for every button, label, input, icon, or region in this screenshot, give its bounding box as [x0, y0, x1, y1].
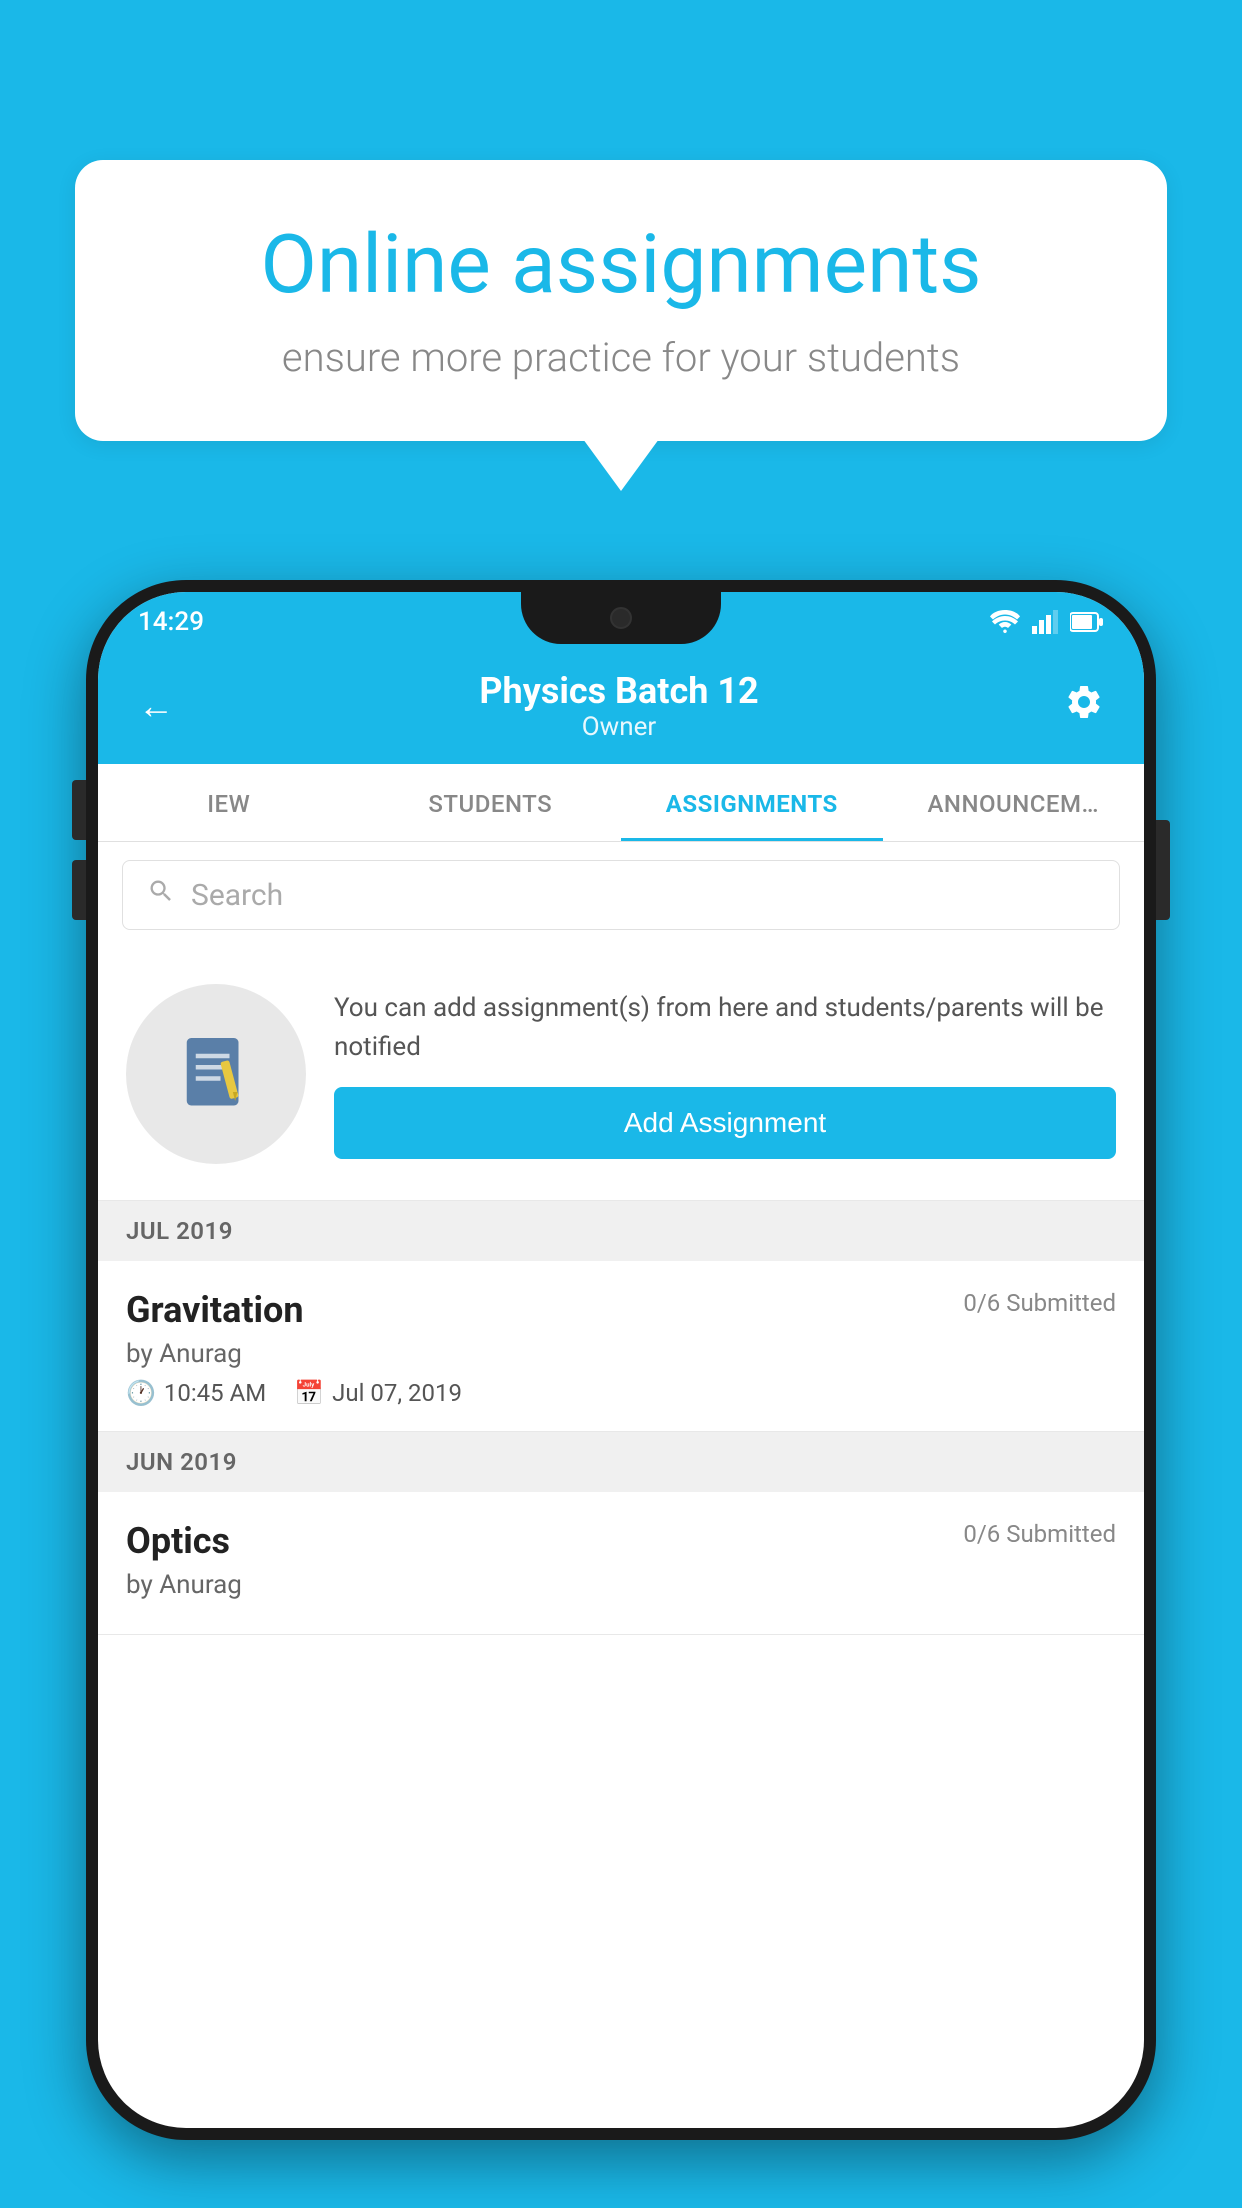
bubble-title: Online assignments [145, 220, 1097, 310]
volume-down-button [72, 860, 86, 920]
notebook-icon [171, 1029, 261, 1119]
app-header: ← Physics Batch 12 Owner [98, 652, 1144, 764]
tab-announcements[interactable]: ANNOUNCEM… [883, 764, 1145, 841]
optics-by: by Anurag [126, 1570, 1116, 1600]
assignment-meta: 🕐 10:45 AM 📅 Jul 07, 2019 [126, 1379, 1116, 1407]
volume-up-button [72, 780, 86, 840]
assignment-top: Gravitation 0/6 Submitted [126, 1289, 1116, 1331]
tab-assignments[interactable]: ASSIGNMENTS [621, 764, 883, 841]
promo-block: You can add assignment(s) from here and … [98, 948, 1144, 1201]
optics-name: Optics [126, 1520, 230, 1562]
status-icons [990, 610, 1104, 634]
phone-screen: 14:29 [98, 592, 1144, 2128]
section-jul-2019: JUL 2019 [98, 1201, 1144, 1261]
phone-outer: 14:29 [86, 580, 1156, 2140]
speech-bubble: Online assignments ensure more practice … [75, 160, 1167, 441]
phone-mockup: 14:29 [86, 580, 1156, 2140]
assignment-optics-top: Optics 0/6 Submitted [126, 1520, 1116, 1562]
header-subtitle: Owner [479, 712, 758, 742]
camera-icon [610, 607, 632, 629]
promo-description: You can add assignment(s) from here and … [334, 989, 1116, 1067]
assignment-by: by Anurag [126, 1339, 1116, 1369]
speech-bubble-tail [583, 439, 659, 491]
assignment-gravitation[interactable]: Gravitation 0/6 Submitted by Anurag 🕐 10… [98, 1261, 1144, 1432]
calendar-icon: 📅 [294, 1379, 324, 1407]
search-container: Search [98, 842, 1144, 948]
wifi-icon [990, 610, 1020, 634]
assignment-name: Gravitation [126, 1289, 304, 1331]
bubble-subtitle: ensure more practice for your students [145, 334, 1097, 381]
section-jun-2019: JUN 2019 [98, 1432, 1144, 1492]
assignment-submitted: 0/6 Submitted [963, 1289, 1116, 1317]
phone-notch [521, 592, 721, 644]
power-button [1156, 820, 1170, 920]
status-time: 14:29 [138, 607, 204, 637]
clock-icon: 🕐 [126, 1379, 156, 1407]
promo-icon-circle [126, 984, 306, 1164]
tab-bar: IEW STUDENTS ASSIGNMENTS ANNOUNCEM… [98, 764, 1144, 842]
gear-icon [1064, 682, 1104, 722]
search-icon [147, 877, 175, 913]
header-title: Physics Batch 12 [479, 670, 758, 712]
search-bar[interactable]: Search [122, 860, 1120, 930]
assignment-time: 🕐 10:45 AM [126, 1379, 266, 1407]
add-assignment-button[interactable]: Add Assignment [334, 1087, 1116, 1159]
header-center: Physics Batch 12 Owner [479, 670, 758, 742]
tab-iew[interactable]: IEW [98, 764, 360, 841]
tab-students[interactable]: STUDENTS [360, 764, 622, 841]
assignment-date: 📅 Jul 07, 2019 [294, 1379, 462, 1407]
promo-right: You can add assignment(s) from here and … [334, 989, 1116, 1159]
promo-card: Online assignments ensure more practice … [75, 160, 1167, 491]
search-placeholder-text: Search [191, 878, 283, 913]
back-button[interactable]: ← [138, 685, 174, 727]
battery-icon [1070, 611, 1104, 633]
signal-icon [1032, 610, 1058, 634]
settings-button[interactable] [1064, 682, 1104, 731]
assignment-optics[interactable]: Optics 0/6 Submitted by Anurag [98, 1492, 1144, 1635]
search-icon-svg [147, 877, 175, 905]
optics-submitted: 0/6 Submitted [963, 1520, 1116, 1548]
